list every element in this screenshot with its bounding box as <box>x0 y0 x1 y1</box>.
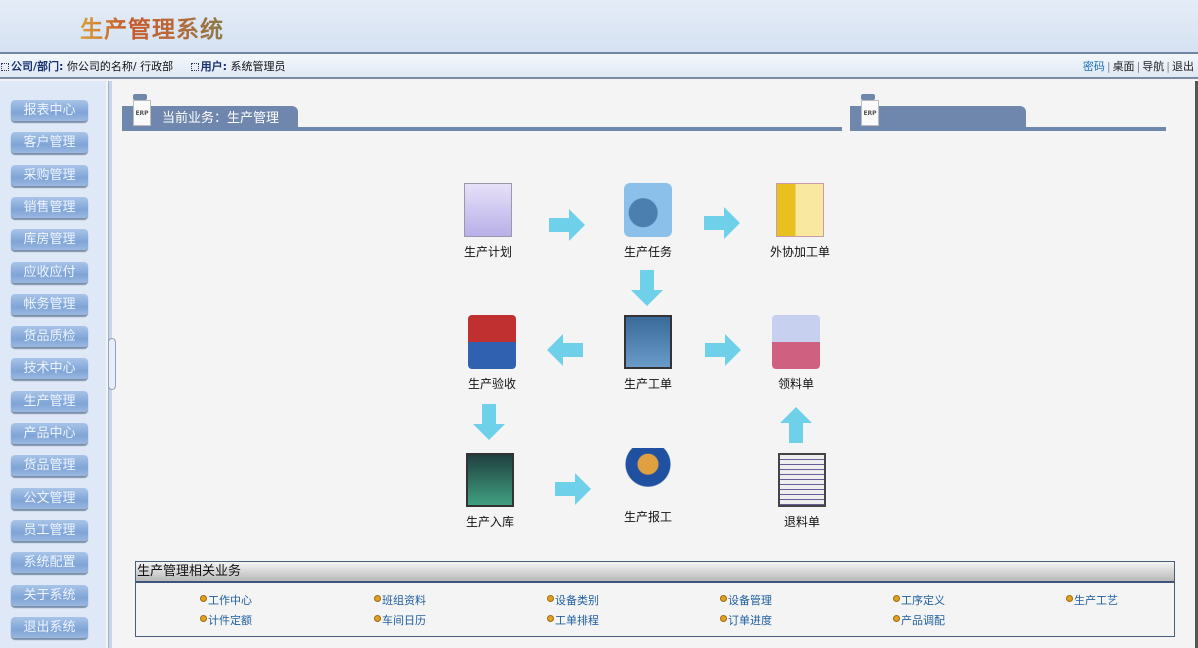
erp-icon: ERP <box>133 94 151 128</box>
top-links: 密码 | 桌面 | 导航 | 退出 <box>1082 60 1194 73</box>
flow-node-label: 退料单 <box>783 515 820 529</box>
flow-arrow-icon <box>547 334 583 366</box>
sidebar-item-6[interactable]: 帐务管理 <box>11 293 88 315</box>
material-return-icon <box>778 453 826 507</box>
sidebar-item-7[interactable]: 货品质检 <box>11 326 88 348</box>
flow-arrow-icon <box>705 334 741 366</box>
sidebar-item-16[interactable]: 退出系统 <box>11 616 88 638</box>
flow-arrow-icon <box>555 473 591 505</box>
desktop-link[interactable]: 桌面 <box>1113 60 1135 73</box>
tab-underline <box>122 127 842 131</box>
related-link[interactable]: 工单排程 <box>547 612 599 628</box>
info-bar: 公司/部门: 你公司的名称/ 行政部 用户: 系统管理员 密码 | 桌面 | 导航 | 退出 <box>0 56 1198 79</box>
flow-arrow-icon <box>473 404 505 440</box>
material-cart-icon <box>772 315 820 369</box>
sidebar-item-1[interactable]: 客户管理 <box>11 132 88 154</box>
grid-icon <box>190 63 199 71</box>
outsourcing-coins-icon <box>776 183 824 237</box>
sidebar-item-15[interactable]: 关于系统 <box>11 584 88 606</box>
flow-node-label: 领料单 <box>777 377 814 391</box>
related-link[interactable]: 生产工艺 <box>1066 592 1118 608</box>
sidebar-item-9[interactable]: 生产管理 <box>11 390 88 412</box>
sidebar-collapse-handle[interactable] <box>108 338 116 390</box>
tab-label: 当前业务：生产管理 <box>162 111 280 126</box>
warehouse-in-icon <box>466 453 514 507</box>
flow-node-label: 生产报工 <box>623 510 672 524</box>
flow-node-6[interactable]: 生产入库 <box>440 453 540 530</box>
flow-node-1[interactable]: 生产任务 <box>598 183 698 260</box>
flow-arrow-icon <box>780 407 812 443</box>
related-link[interactable]: 工序定义 <box>893 592 945 608</box>
related-link[interactable]: 设备类别 <box>547 592 599 608</box>
logout-link[interactable]: 退出 <box>1172 60 1194 73</box>
flow-node-label: 生产任务 <box>623 245 672 259</box>
erp-icon: ERP <box>861 94 879 128</box>
flow-node-4[interactable]: 生产工单 <box>598 315 698 392</box>
flow-node-label: 生产入库 <box>465 515 514 529</box>
related-link[interactable]: 工作中心 <box>200 592 252 608</box>
flow-node-5[interactable]: 领料单 <box>746 315 846 392</box>
related-link[interactable]: 班组资料 <box>374 592 426 608</box>
related-link[interactable]: 产品调配 <box>893 612 945 628</box>
worker-report-icon <box>624 448 672 502</box>
flow-node-7[interactable]: 生产报工 <box>598 448 698 525</box>
plan-chart-icon <box>464 183 512 237</box>
app-title: 生产管理系统 <box>80 10 224 44</box>
user-label: 用户: <box>200 60 228 73</box>
sidebar-item-11[interactable]: 货品管理 <box>11 455 88 477</box>
sidebar-item-10[interactable]: 产品中心 <box>11 423 88 444</box>
sidebar-item-0[interactable]: 报表中心 <box>11 100 88 121</box>
user-value: 系统管理员 <box>230 60 286 73</box>
sidebar-item-5[interactable]: 应收应付 <box>11 261 88 283</box>
sidebar-item-3[interactable]: 销售管理 <box>11 196 88 218</box>
sidebar: 报表中心客户管理采购管理销售管理库房管理应收应付帐务管理货品质检技术中心生产管理… <box>0 81 106 648</box>
navigation-link[interactable]: 导航 <box>1142 60 1164 73</box>
flow-node-3[interactable]: 生产验收 <box>442 315 542 392</box>
related-link[interactable]: 计件定额 <box>200 612 252 628</box>
flow-node-label: 生产验收 <box>467 377 516 391</box>
related-link[interactable]: 设备管理 <box>720 592 772 608</box>
flow-arrow-icon <box>549 209 585 241</box>
sidebar-item-12[interactable]: 公文管理 <box>11 487 88 509</box>
flow-node-label: 外协加工单 <box>769 245 830 259</box>
header: 生产管理系统 <box>0 0 1198 54</box>
flow-arrow-icon <box>631 270 663 306</box>
acceptance-monitor-icon <box>468 315 516 369</box>
sidebar-item-8[interactable]: 技术中心 <box>11 358 88 380</box>
company-value: 你公司的名称/ 行政部 <box>66 60 174 73</box>
flow-node-label: 生产计划 <box>463 245 512 259</box>
flow-arrow-icon <box>704 207 740 239</box>
sidebar-item-2[interactable]: 采购管理 <box>11 164 88 186</box>
flow-node-0[interactable]: 生产计划 <box>438 183 538 260</box>
sidebar-item-4[interactable]: 库房管理 <box>11 229 88 251</box>
flow-node-8[interactable]: 退料单 <box>752 453 852 530</box>
flow-node-label: 生产工单 <box>623 377 672 391</box>
related-business-panel: 生产管理相关业务 工作中心 班组资料 设备类别 设备管理 工序定义 生产工艺计件定额 车间日… <box>135 561 1175 637</box>
sidebar-item-14[interactable]: 系统配置 <box>11 552 88 574</box>
related-title: 生产管理相关业务 <box>136 562 1174 583</box>
sidebar-item-13[interactable]: 员工管理 <box>11 519 88 541</box>
related-link[interactable]: 订单进度 <box>720 612 772 628</box>
grid-icon <box>1 63 9 71</box>
company-label: 公司/部门: <box>11 60 64 73</box>
tab-underline <box>850 127 1166 131</box>
task-gear-folder-icon <box>624 183 672 237</box>
work-order-icon <box>624 315 672 369</box>
related-link[interactable]: 车间日历 <box>374 612 426 628</box>
password-link[interactable]: 密码 <box>1083 60 1105 73</box>
flow-node-2[interactable]: 外协加工单 <box>750 183 850 260</box>
